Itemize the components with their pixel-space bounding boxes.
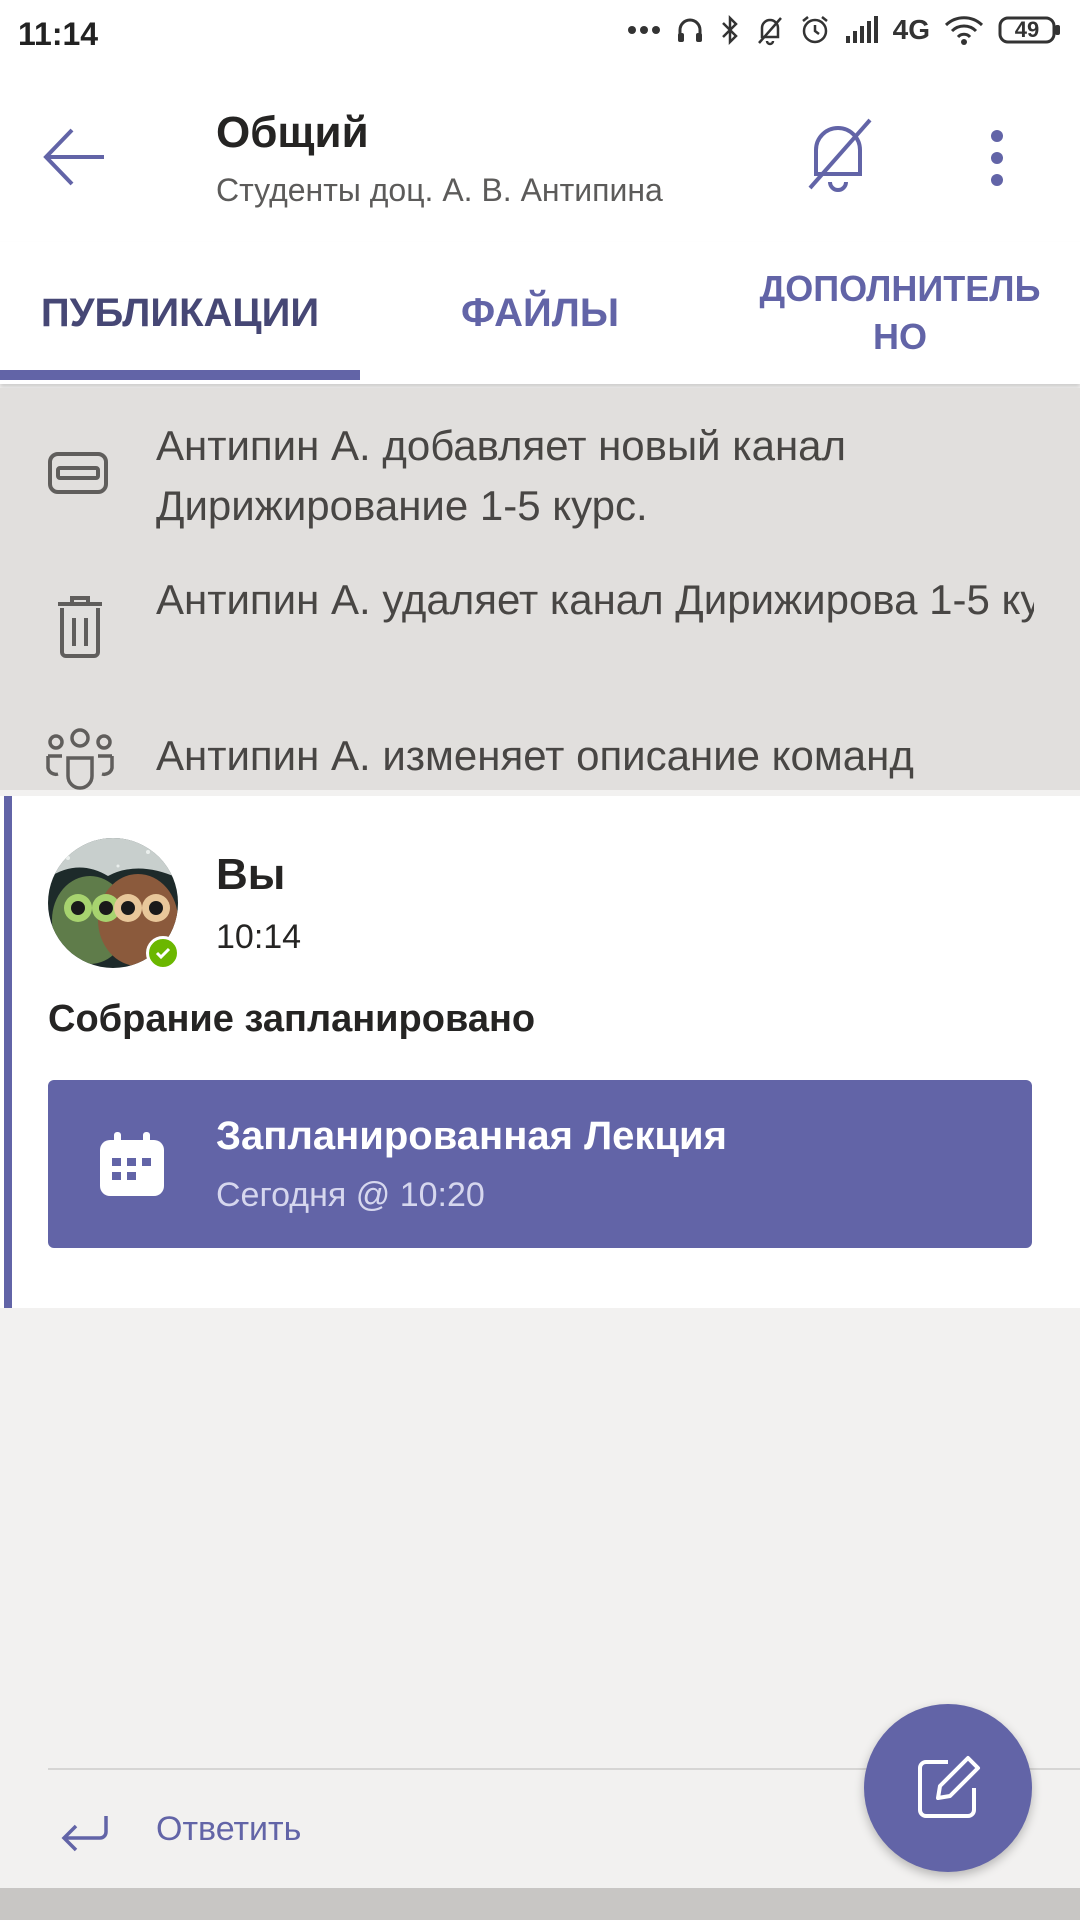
event-text: Антипин А. удаляет канал Дирижирова 1-5 … xyxy=(156,570,1034,694)
channel-header: Общий Студенты доц. А. В. Антипина xyxy=(0,72,1080,242)
network-type: 4G xyxy=(892,14,930,45)
meeting-title: Запланированная Лекция xyxy=(216,1114,727,1158)
reply-arrow-icon xyxy=(56,1802,112,1858)
event-text: Антипин А. добавляет новый канал Дирижир… xyxy=(156,422,847,529)
battery-icon: 49 xyxy=(998,15,1062,45)
post-author: Вы xyxy=(216,850,286,899)
meeting-time: Сегодня @ 10:20 xyxy=(216,1176,485,1214)
tab-bar: ПУБЛИКАЦИИ ФАЙЛЫ ДОПОЛНИТЕЛЬ НО xyxy=(0,242,1080,384)
notifications-button[interactable] xyxy=(796,112,880,196)
signal-icon xyxy=(845,16,879,44)
back-button[interactable] xyxy=(40,122,140,192)
reply-button[interactable]: Ответить xyxy=(48,1790,648,1870)
new-post-button[interactable] xyxy=(864,1704,1032,1872)
silent-bell-icon xyxy=(755,14,785,46)
tab-more[interactable]: ДОПОЛНИТЕЛЬ НО xyxy=(720,242,1080,384)
reply-label: Ответить xyxy=(156,1810,302,1848)
tab-posts[interactable]: ПУБЛИКАЦИИ xyxy=(0,242,360,384)
headphones-icon xyxy=(675,15,705,45)
tab-more-label: ДОПОЛНИТЕЛЬ НО xyxy=(759,268,1041,357)
team-icon xyxy=(44,724,116,790)
post-text: Собрание запланировано xyxy=(48,998,536,1040)
team-name: Студенты доц. А. В. Антипина xyxy=(216,172,663,208)
event-text-content: Антипин А. удаляет канал Дирижирова 1-5 … xyxy=(156,576,1034,623)
trash-icon xyxy=(44,590,116,662)
bottom-edge xyxy=(0,1888,1080,1920)
post-accent-bar xyxy=(4,796,12,1308)
status-time: 11:14 xyxy=(18,16,99,52)
channel-title: Общий xyxy=(216,108,369,157)
post-card[interactable]: Вы 10:14 Собрание запланировано Запланир… xyxy=(0,796,1080,1308)
system-events: Антипин А. добавляет новый канал Дирижир… xyxy=(0,388,1080,790)
more-vertical-icon xyxy=(991,130,1003,186)
bell-off-icon xyxy=(808,118,872,192)
battery-level: 49 xyxy=(1014,17,1040,42)
channel-icon xyxy=(44,438,116,510)
event-item: Антипин А. изменяет описание команд xyxy=(0,726,1080,790)
bluetooth-icon xyxy=(719,14,741,46)
status-bar: 11:14 4G 49 xyxy=(0,0,1080,72)
event-text: Антипин А. изменяет описание команд xyxy=(156,732,914,779)
calendar-icon xyxy=(98,1130,166,1198)
event-item: Антипин А. удаляет канал Дирижирова 1-5 … xyxy=(0,570,1080,690)
meeting-card[interactable]: Запланированная Лекция Сегодня @ 10:20 xyxy=(48,1080,1032,1248)
more-notifications-icon xyxy=(627,25,661,35)
tab-files[interactable]: ФАЙЛЫ xyxy=(360,242,720,384)
status-icons: 4G 49 xyxy=(627,14,1062,46)
active-tab-indicator xyxy=(0,370,360,380)
compose-icon xyxy=(918,1756,980,1818)
arrow-left-icon xyxy=(43,128,104,186)
more-options-button[interactable] xyxy=(970,128,1024,188)
post-time: 10:14 xyxy=(216,918,302,956)
event-item: Антипин А. добавляет новый канал Дирижир… xyxy=(0,416,1080,536)
alarm-icon xyxy=(799,14,831,46)
presence-available-icon xyxy=(146,936,180,970)
wifi-icon xyxy=(944,15,984,45)
